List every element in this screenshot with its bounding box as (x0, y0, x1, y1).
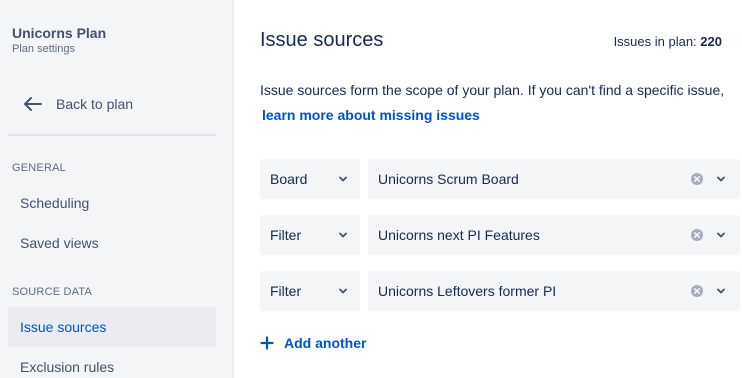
source-value-select[interactable]: Unicorns next PI Features (368, 215, 740, 255)
source-value: Unicorns next PI Features (378, 227, 540, 243)
issues-in-plan-count: 220 (700, 34, 722, 49)
chevron-down-icon (339, 176, 347, 182)
clear-icon[interactable] (690, 172, 704, 186)
chevron-down-icon[interactable] (716, 286, 726, 296)
back-to-plan-label: Back to plan (56, 96, 134, 112)
issues-in-plan-label: Issues in plan: (613, 34, 697, 49)
source-type-value: Filter (270, 227, 302, 243)
source-type-value: Board (270, 171, 308, 187)
section-title-general: GENERAL (12, 162, 66, 174)
learn-more-suffix: . (467, 107, 471, 123)
source-value-select[interactable]: Unicorns Leftovers former PI (368, 271, 740, 311)
source-type-value: Filter (270, 283, 302, 299)
source-type-select[interactable]: Filter (260, 271, 360, 311)
source-value: Unicorns Leftovers former PI (378, 283, 557, 299)
plan-name: Unicorns Plan (12, 25, 107, 41)
sidebar-border (232, 0, 234, 378)
issues-in-plan: Issues in plan: 220 (614, 34, 722, 49)
back-to-plan-link[interactable]: Back to plan (8, 86, 216, 122)
plus-icon (260, 336, 274, 350)
add-another-label: Add another (284, 335, 367, 351)
source-row: Board Unicorns Scrum Board (260, 159, 740, 199)
chevron-down-icon (339, 232, 347, 238)
sidebar-item-issue-sources[interactable]: Issue sources (8, 307, 216, 347)
plan-subtitle: Plan settings (12, 43, 75, 55)
clear-icon[interactable] (690, 284, 704, 298)
add-another-button[interactable]: Add another (260, 333, 366, 353)
source-value: Unicorns Scrum Board (378, 171, 519, 187)
chevron-down-icon[interactable] (716, 230, 726, 240)
sidebar-item-exclusion-rules[interactable]: Exclusion rules (8, 347, 216, 378)
source-row: Filter Unicorns Leftovers former PI (260, 271, 740, 311)
chevron-down-icon[interactable] (716, 174, 726, 184)
source-type-select[interactable]: Board (260, 159, 360, 199)
clear-icon[interactable] (690, 228, 704, 242)
sidebar: Unicorns Plan Plan settings Back to plan… (0, 0, 232, 378)
section-title-source-data: SOURCE DATA (12, 286, 93, 298)
source-type-select[interactable]: Filter (260, 215, 360, 255)
learn-more-link[interactable]: learn more about missing issues (262, 107, 480, 123)
page-title: Issue sources (260, 29, 384, 51)
source-value-select[interactable]: Unicorns Scrum Board (368, 159, 740, 199)
sidebar-item-scheduling[interactable]: Scheduling (8, 183, 216, 223)
sidebar-divider (8, 134, 216, 136)
chevron-down-icon (339, 288, 347, 294)
sidebar-item-saved-views[interactable]: Saved views (8, 223, 216, 263)
description-text: Issue sources form the scope of your pla… (260, 82, 725, 98)
source-row: Filter Unicorns next PI Features (260, 215, 740, 255)
arrow-left-icon (24, 97, 42, 111)
